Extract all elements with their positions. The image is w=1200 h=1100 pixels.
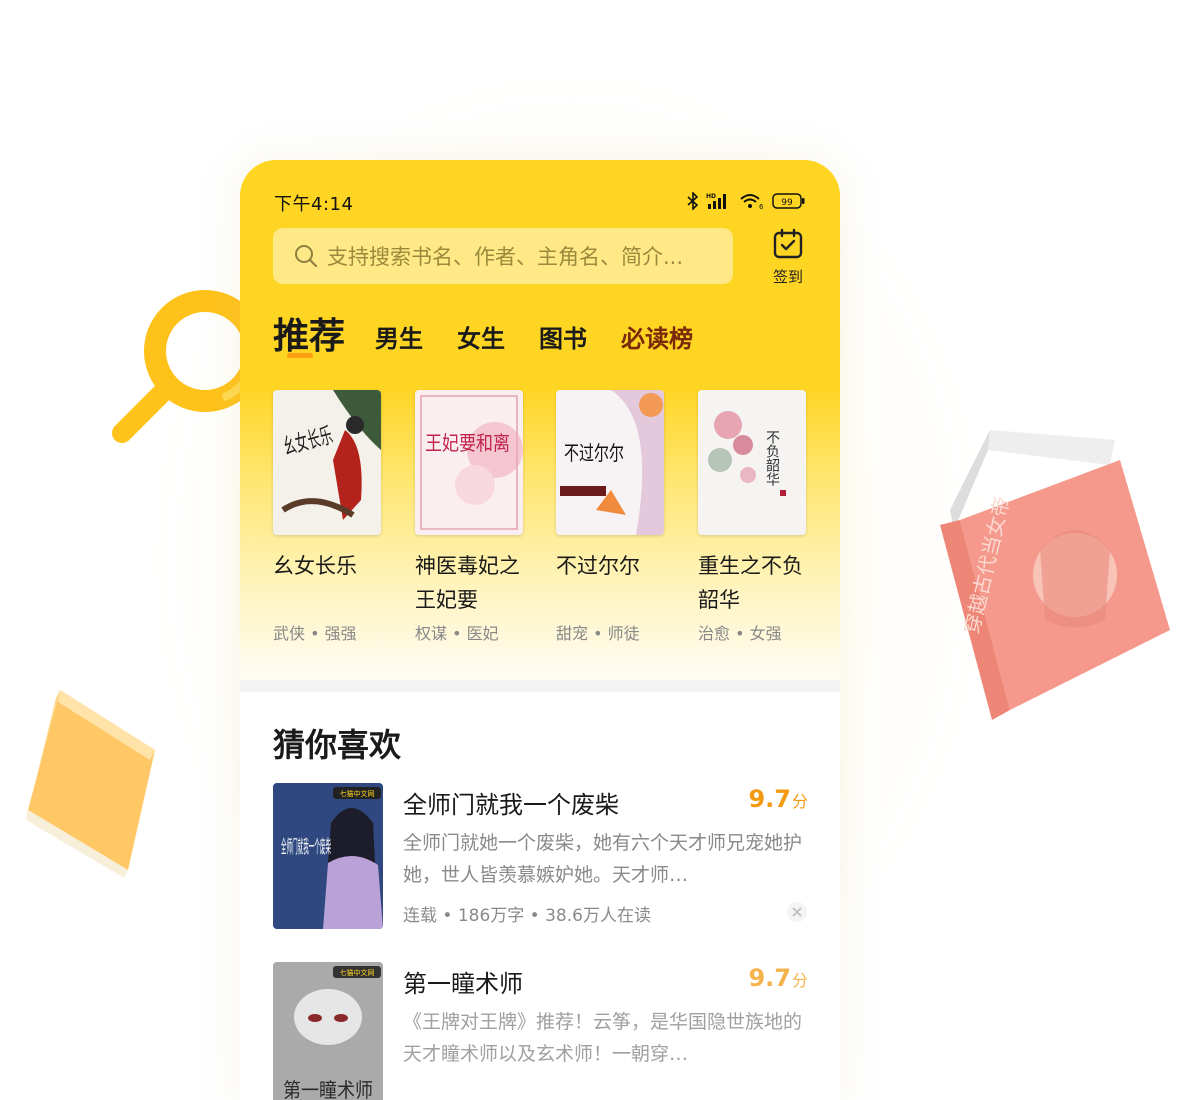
- book-cover: 不负韶华: [698, 390, 806, 535]
- svg-text:七猫中文网: 七猫中文网: [340, 968, 375, 977]
- book-title: 全师门就我一个废柴: [403, 791, 619, 819]
- featured-book-card[interactable]: 王妃要和离 神医毒妃之王妃要 权谋 • 医妃: [415, 390, 525, 643]
- book-cover: 七猫中文网 第一瞳术师: [273, 962, 383, 1100]
- featured-book-card[interactable]: 不过尔尔 不过尔尔 甜宠 • 师徒: [556, 390, 666, 643]
- close-icon[interactable]: [786, 901, 808, 923]
- book-tags: 甜宠 • 师徒: [556, 624, 640, 643]
- checkin-button[interactable]: 签到: [763, 228, 813, 286]
- book-cover: 幺女长乐: [273, 390, 381, 535]
- book-tags: 权谋 • 医妃: [415, 624, 499, 643]
- svg-text:HD: HD: [706, 193, 716, 200]
- signal-icon: HD: [706, 193, 726, 209]
- featured-book-card[interactable]: 不负韶华 重生之不负韶华 治愈 • 女强: [698, 390, 808, 643]
- tab-label: 推荐: [273, 315, 346, 357]
- book-title: 神医毒妃之王妃要: [415, 554, 520, 612]
- book-title: 不过尔尔: [556, 554, 640, 578]
- book-meta: 连载 • 186万字 • 38.6万人在读: [403, 906, 651, 926]
- book-cover: 七猫中文网 全师门就我一个废柴: [273, 783, 383, 929]
- tab-male[interactable]: 男生: [375, 319, 423, 354]
- book-tags: 治愈 • 女强: [698, 624, 782, 643]
- section-divider: [240, 680, 840, 692]
- tab-books[interactable]: 图书: [539, 319, 587, 354]
- recommendation-item[interactable]: 七猫中文网 全师门就我一个废柴 全师门就我一个废柴 9.7分 全师门就她一个废柴…: [273, 783, 808, 933]
- svg-text:6: 6: [759, 203, 764, 210]
- svg-text:不负韶华: 不负韶华: [764, 430, 780, 486]
- search-row: 支持搜索书名、作者、主角名、简介... 签到: [273, 228, 813, 286]
- wifi-icon: 6: [740, 194, 764, 210]
- book-tags: 武侠 • 强强: [273, 624, 357, 643]
- category-tabs: 推荐 男生 女生 图书 必读榜: [273, 305, 813, 365]
- status-time: 下午4:14: [274, 194, 354, 215]
- book-description: 《王牌对王牌》推荐！云筝，是华国隐世族地的天才瞳术师以及玄术师！一朝穿…: [403, 1011, 803, 1065]
- bluetooth-icon: [687, 192, 699, 210]
- score-value: 9.7: [748, 785, 791, 813]
- svg-text:第一瞳术师: 第一瞳术师: [283, 1078, 373, 1100]
- book-title: 重生之不负韶华: [698, 554, 803, 612]
- score-value: 9.7: [748, 964, 791, 992]
- featured-books: 幺女长乐 幺女长乐 武侠 • 强强 王妃要和离 神医毒妃之王妃要 权谋 • 医妃: [273, 390, 813, 650]
- status-bar: 下午4:14 HD 6 99: [274, 190, 806, 215]
- svg-text:不过尔尔: 不过尔尔: [564, 441, 624, 465]
- book-description: 全师门就她一个废柴，她有六个天才师兄宠她护她，世人皆羡慕嫉妒她。天才师…: [403, 832, 803, 886]
- svg-text:全师门就我一个废柴: 全师门就我一个废柴: [281, 837, 331, 858]
- book-title: 第一瞳术师: [403, 970, 523, 998]
- svg-text:王妃要和离: 王妃要和离: [425, 431, 510, 455]
- score-unit: 分: [791, 971, 808, 990]
- recommendation-item[interactable]: 七猫中文网 第一瞳术师 第一瞳术师 9.7分 《王牌对王牌》推荐！云筝，是华国隐…: [273, 962, 808, 1100]
- book-score: 9.7分: [748, 785, 808, 813]
- svg-text:99: 99: [781, 198, 793, 208]
- svg-text:七猫中文网: 七猫中文网: [340, 789, 375, 798]
- battery-icon: 99: [772, 193, 805, 209]
- active-tab-indicator: [287, 353, 313, 358]
- search-placeholder: 支持搜索书名、作者、主角名、简介...: [327, 245, 684, 269]
- search-input[interactable]: 支持搜索书名、作者、主角名、简介...: [273, 228, 733, 284]
- section-title-guess-you-like: 猜你喜欢: [273, 726, 402, 764]
- book-score: 9.7分: [748, 964, 808, 992]
- phone-screen: 下午4:14 HD 6 99 支持搜索书名、作者、主角名、简介... 签到 推荐…: [240, 160, 840, 1100]
- search-icon: [295, 245, 318, 268]
- calendar-check-icon: [773, 228, 803, 259]
- score-unit: 分: [791, 792, 808, 811]
- status-icons: HD 6 99: [687, 192, 806, 210]
- checkin-label: 签到: [772, 268, 803, 286]
- yellow-book-decoration-icon: [26, 690, 155, 878]
- tab-must-read-ranking[interactable]: 必读榜: [621, 319, 693, 354]
- book-cover: 不过尔尔: [556, 390, 664, 535]
- book-title: 幺女长乐: [273, 554, 357, 578]
- featured-book-card[interactable]: 幺女长乐 幺女长乐 武侠 • 强强: [273, 390, 383, 643]
- pink-book-decoration-icon: 穿越古代当女帝: [940, 430, 1170, 720]
- book-cover: 王妃要和离: [415, 390, 523, 535]
- tab-recommend[interactable]: 推荐: [273, 307, 345, 359]
- tab-female[interactable]: 女生: [457, 319, 505, 354]
